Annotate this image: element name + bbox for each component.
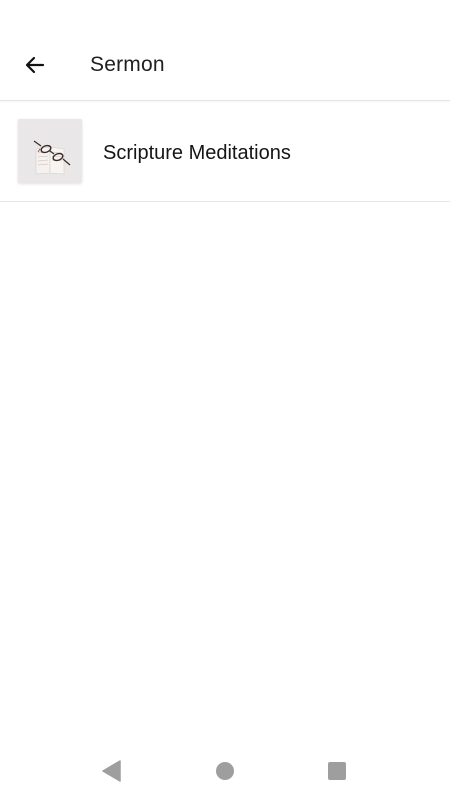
system-recents-button[interactable] xyxy=(326,760,348,782)
circle-home-icon xyxy=(216,762,234,780)
triangle-back-icon xyxy=(102,760,121,782)
screen: Sermon Scripture Meditations xyxy=(0,0,450,800)
list-item[interactable]: Scripture Meditations xyxy=(0,101,450,202)
app-bar: Sermon xyxy=(0,0,450,101)
back-button[interactable] xyxy=(18,48,52,82)
system-back-button[interactable] xyxy=(100,760,122,782)
arrow-left-icon xyxy=(25,56,45,74)
content-list: Scripture Meditations xyxy=(0,101,450,202)
system-navigation-bar xyxy=(0,740,450,800)
list-item-label: Scripture Meditations xyxy=(103,142,291,164)
square-recents-icon xyxy=(328,762,346,780)
book-with-glasses-icon xyxy=(18,119,82,183)
page-title: Sermon xyxy=(90,53,165,76)
book-with-glasses-thumbnail xyxy=(18,119,82,183)
system-home-button[interactable] xyxy=(214,760,236,782)
